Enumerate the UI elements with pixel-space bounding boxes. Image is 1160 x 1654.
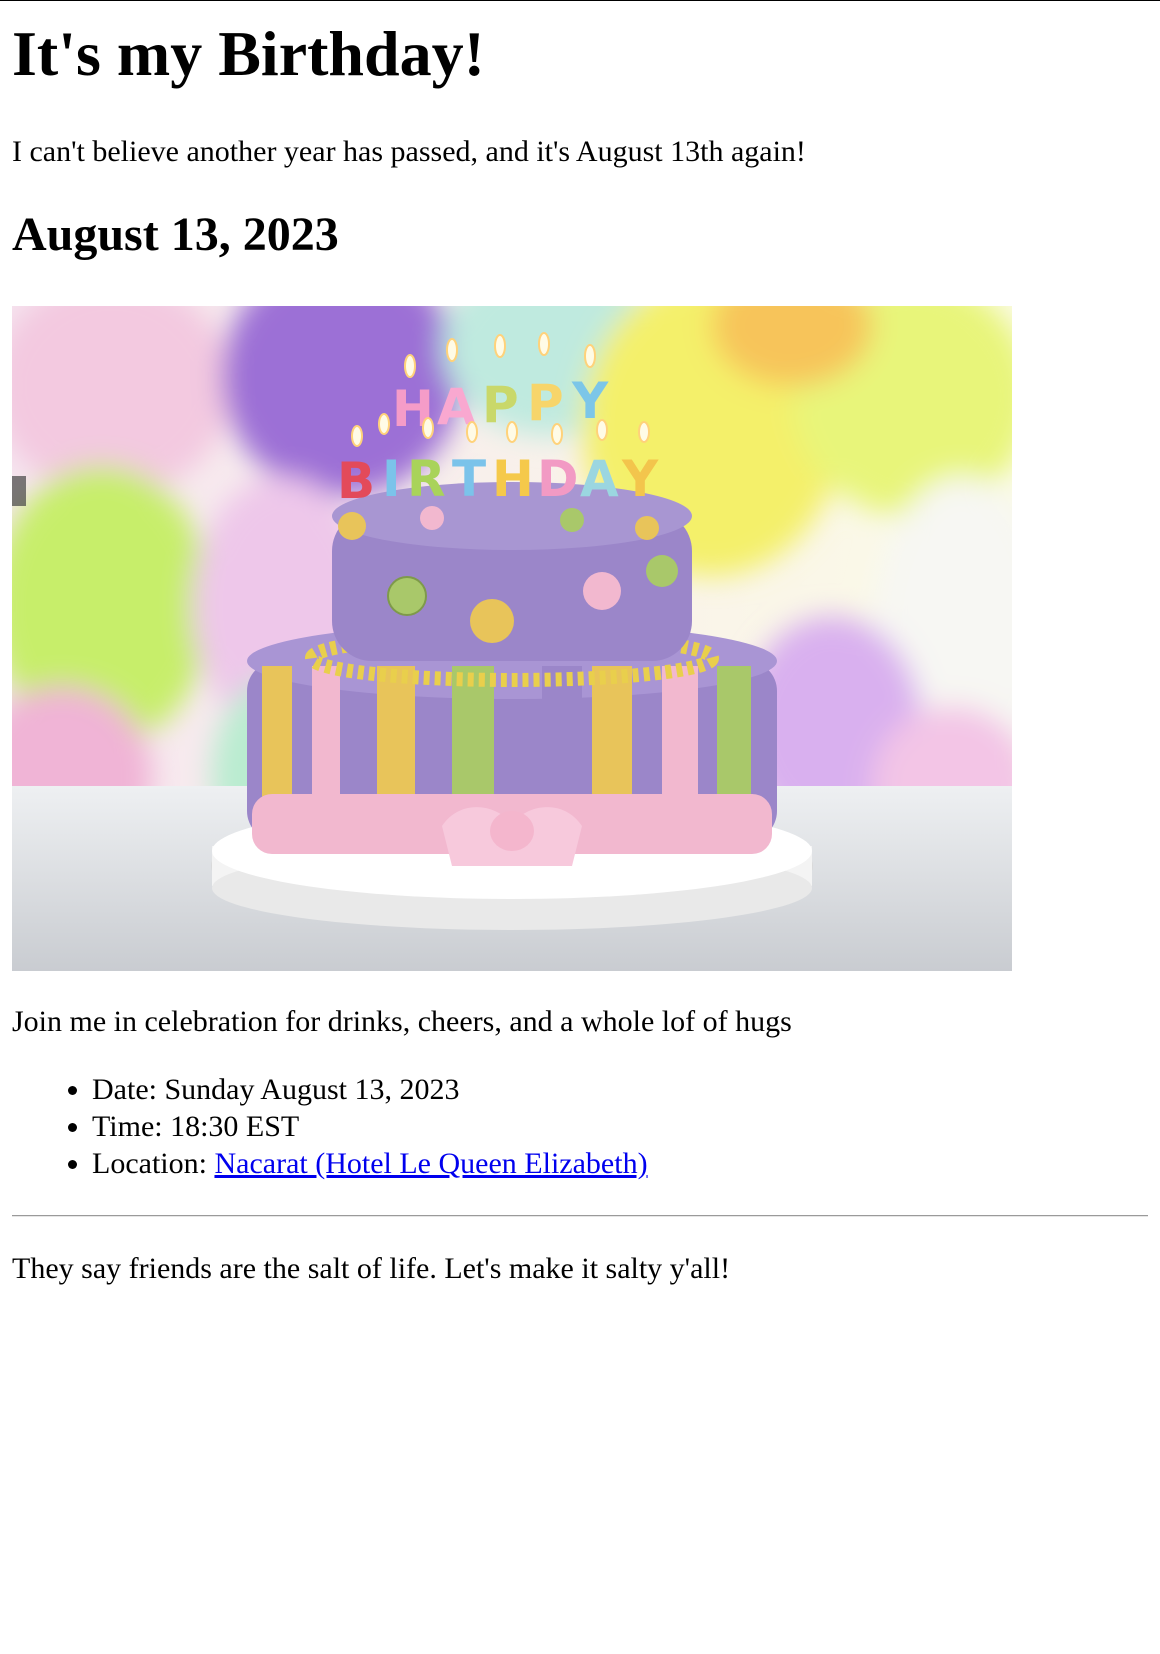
location-label: Location:: [92, 1147, 215, 1180]
svg-text:I: I: [382, 450, 401, 508]
event-details-list: Date: Sunday August 13, 2023 Time: 18:30…: [12, 1071, 648, 1182]
page-title: It's my Birthday!: [12, 18, 485, 89]
detail-date: Date: Sunday August 13, 2023: [92, 1071, 648, 1108]
detail-location: Location: Nacarat (Hotel Le Queen Elizab…: [92, 1145, 648, 1182]
horizontal-rule: [12, 1215, 1148, 1217]
top-border: [0, 0, 1160, 1]
closing-paragraph: They say friends are the salt of life. L…: [12, 1252, 731, 1285]
invite-paragraph: Join me in celebration for drinks, cheer…: [12, 1005, 792, 1038]
svg-text:B: B: [337, 452, 375, 510]
svg-text:A: A: [580, 450, 619, 508]
cake-top-tier: [332, 482, 692, 661]
date-heading: August 13, 2023: [12, 208, 339, 261]
birthday-cake-image: H A P P Y B I R T H D A Y: [12, 306, 1012, 971]
svg-text:Y: Y: [621, 450, 659, 508]
svg-text:T: T: [452, 450, 486, 508]
svg-text:R: R: [407, 450, 446, 508]
svg-text:D: D: [537, 450, 579, 508]
location-link[interactable]: Nacarat (Hotel Le Queen Elizabeth): [214, 1147, 647, 1180]
svg-text:H: H: [492, 450, 534, 508]
detail-time: Time: 18:30 EST: [92, 1108, 648, 1145]
intro-paragraph: I can't believe another year has passed,…: [12, 135, 806, 168]
